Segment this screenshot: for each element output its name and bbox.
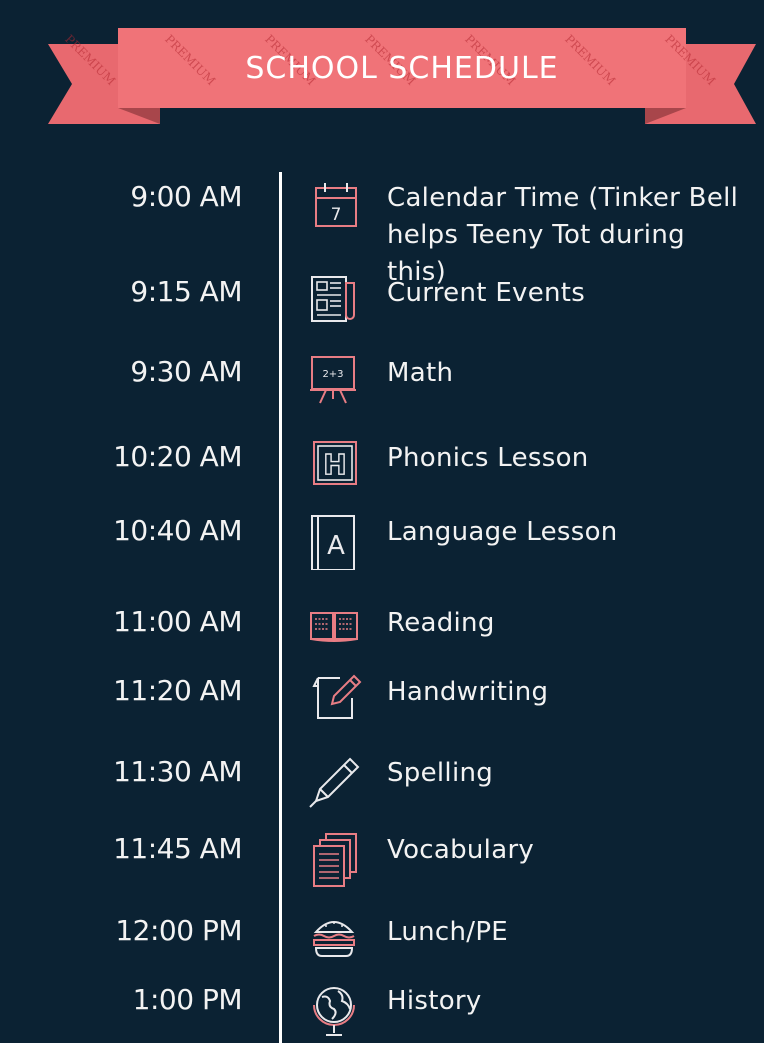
- book-letter-icon: A: [306, 514, 362, 571]
- time-label: 9:15 AM: [130, 275, 242, 308]
- time-label: 11:30 AM: [113, 755, 242, 788]
- svg-text:H: H: [323, 448, 346, 481]
- activity-label: Spelling: [387, 758, 494, 788]
- time-label: 10:20 AM: [113, 440, 242, 473]
- time-label: 9:30 AM: [130, 355, 242, 388]
- activity-label: Current Events: [387, 278, 586, 308]
- time-label: 11:00 AM: [113, 605, 242, 638]
- time-label: 10:40 AM: [113, 514, 242, 547]
- time-label: 1:00 PM: [132, 983, 243, 1016]
- activity-label: Math: [387, 358, 454, 388]
- svg-text:A: A: [327, 531, 345, 561]
- documents-icon: [306, 832, 362, 888]
- timeline-divider: [279, 172, 282, 1043]
- activity-label: Phonics Lesson: [387, 443, 589, 473]
- activity-label: Language Lesson: [387, 517, 618, 547]
- chalkboard-icon: 2+3: [306, 353, 362, 409]
- time-label: 9:00 AM: [130, 180, 242, 213]
- title-banner: PREMIUM PREMIUM PREMIUM PREMIUM PREMIUM …: [0, 0, 764, 140]
- globe-icon: [306, 983, 362, 1039]
- calendar-icon: 7: [306, 180, 362, 236]
- activity-label: Handwriting: [387, 677, 549, 707]
- activity-label: Lunch/PE: [387, 917, 509, 947]
- pencil-icon: [306, 755, 362, 811]
- time-label: 11:20 AM: [113, 674, 242, 707]
- newspaper-icon: [306, 273, 362, 329]
- activity-label: Vocabulary: [387, 835, 535, 865]
- paper-pen-icon: [306, 672, 362, 728]
- burger-icon: [306, 908, 362, 964]
- svg-text:7: 7: [331, 205, 342, 225]
- activity-label: Reading: [387, 608, 495, 638]
- letter-block-icon: H: [306, 438, 362, 494]
- open-book-icon: [306, 599, 362, 655]
- time-label: 11:45 AM: [113, 832, 242, 865]
- page-title: SCHOOL SCHEDULE: [245, 50, 559, 86]
- svg-text:2+3: 2+3: [322, 369, 343, 380]
- time-label: 12:00 PM: [115, 914, 242, 947]
- activity-label: History: [387, 986, 482, 1016]
